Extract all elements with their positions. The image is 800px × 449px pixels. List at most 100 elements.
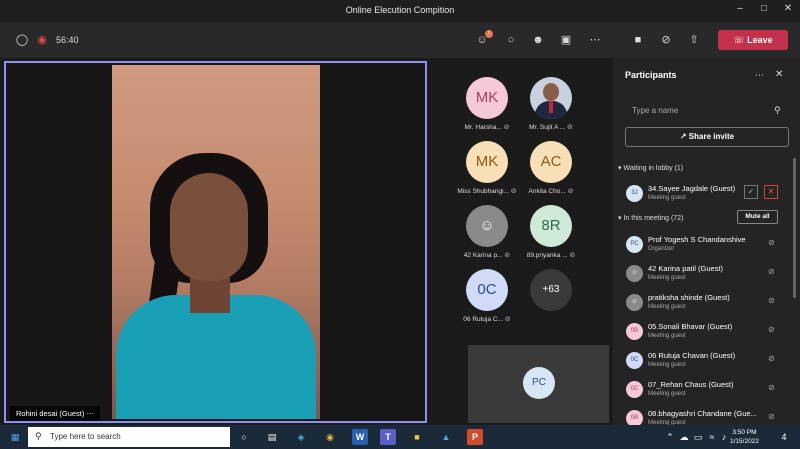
- participants-badge: !: [485, 30, 493, 38]
- panel-close-icon[interactable]: ✕: [775, 69, 783, 80]
- scrollbar[interactable]: [793, 158, 796, 298]
- participant-tile[interactable]: AC Ankita Cho... ⊘: [525, 141, 577, 195]
- taskbar-search-input[interactable]: Type here to search: [28, 427, 230, 447]
- avatar: 0C: [626, 352, 643, 369]
- share-screen-icon[interactable]: ⇧: [686, 32, 702, 48]
- leave-button[interactable]: ☏ Leave: [718, 30, 788, 50]
- chrome-icon[interactable]: ◉: [322, 429, 338, 445]
- camera-off-icon[interactable]: ■: [630, 32, 646, 48]
- participant-role: Meeting guest: [648, 275, 686, 281]
- mic-off-icon[interactable]: ⊘: [768, 412, 775, 421]
- taskbar-clock[interactable]: 3:50 PM 1/15/2022: [730, 428, 759, 446]
- participant-name: 08.bhagyashri Chandane (Gue...: [648, 409, 757, 418]
- mic-off-icon[interactable]: ⊘: [768, 296, 775, 305]
- more-participants-tile[interactable]: +63: [525, 269, 577, 311]
- mute-all-button[interactable]: Mute all: [737, 210, 778, 224]
- lobby-header[interactable]: ▾ Waiting in lobby (1): [618, 164, 683, 172]
- participant-tile[interactable]: Mr. Sujit A ... ⊘: [525, 77, 577, 131]
- share-icon: ↗: [679, 132, 689, 141]
- chat-icon[interactable]: ○: [503, 32, 519, 48]
- mic-off-icon[interactable]: ⊘: [768, 354, 775, 363]
- meeting-header[interactable]: ▾ In this meeting (72): [618, 214, 683, 222]
- panel-more-icon[interactable]: ⋯: [755, 70, 764, 81]
- minimize-icon[interactable]: –: [732, 3, 748, 14]
- more-options-icon[interactable]: ⋯: [587, 32, 603, 48]
- search-icon: ⚲: [35, 431, 42, 441]
- participant-row[interactable]: 0B 05.Sonali Bhavar (Guest) Meeting guest ⊘: [626, 319, 786, 347]
- lobby-item[interactable]: 3J 34.Sayee Jagdale (Guest) Meeting gues…: [626, 181, 786, 209]
- avatar-photo: [530, 77, 572, 119]
- participant-name: pratiksha shinde (Guest): [648, 293, 730, 302]
- participant-row[interactable]: PC Prof Yogesh S Chandanshive Organizer ⊘: [626, 232, 786, 260]
- participant-row[interactable]: 0C 06 Rutuja Chavan (Guest) Meeting guest ⊘: [626, 348, 786, 376]
- avatar: MK: [466, 141, 508, 183]
- mic-off-icon[interactable]: ⊘: [768, 238, 775, 247]
- reactions-icon[interactable]: ☻: [530, 32, 546, 48]
- search-input[interactable]: Type a name: [625, 102, 790, 120]
- mic-off-icon: ⊘: [504, 316, 511, 323]
- meeting-timer: 56:40: [56, 35, 79, 45]
- participant-role: Meeting guest: [648, 195, 686, 201]
- mic-off-icon: ⊘: [567, 188, 574, 195]
- cortana-icon[interactable]: ○: [236, 429, 252, 445]
- participant-name: 07_Rehan Chaus (Guest): [648, 380, 734, 389]
- main-video-tile[interactable]: Rohini desai (Guest) ⋯: [4, 61, 427, 423]
- avatar: MK: [466, 77, 508, 119]
- participant-row[interactable]: ☺ pratiksha shinde (Guest) Meeting guest ⊘: [626, 290, 786, 318]
- search-icon[interactable]: ⚲: [774, 105, 781, 116]
- mic-off-icon[interactable]: ⊘: [768, 325, 775, 334]
- rooms-icon[interactable]: ▣: [558, 32, 574, 48]
- participant-tile[interactable]: 0C 06 Rutuja C... ⊘: [461, 269, 513, 323]
- shield-icon[interactable]: ◯: [14, 32, 30, 48]
- teams-icon[interactable]: T: [380, 429, 396, 445]
- windows-start-icon[interactable]: ▦: [7, 429, 23, 445]
- recording-icon: ◉: [37, 34, 47, 46]
- participant-tile[interactable]: ☺ 42 Karina p... ⊘: [461, 205, 513, 259]
- avatar: 0B: [626, 323, 643, 340]
- mic-off-icon[interactable]: ⊘: [658, 32, 674, 48]
- task-view-icon[interactable]: ▤: [264, 429, 280, 445]
- person-icon: ☺: [466, 205, 508, 247]
- participant-row[interactable]: 0C 07_Rehan Chaus (Guest) Meeting guest ⊘: [626, 377, 786, 405]
- participant-tile[interactable]: MK Miss Shubhangi... ⊘: [457, 141, 517, 195]
- person-icon: ☺: [626, 265, 643, 282]
- participant-role: Meeting guest: [648, 362, 686, 368]
- participant-tile[interactable]: MK Mr. Harsha... ⊘: [461, 77, 513, 131]
- participant-row[interactable]: ☺ 42 Karina patil (Guest) Meeting guest ⊘: [626, 261, 786, 289]
- mic-off-icon: ⊘: [567, 124, 573, 131]
- mic-off-icon[interactable]: ⊘: [768, 383, 775, 392]
- panel-title: Participants: [625, 70, 677, 80]
- self-view[interactable]: PC: [468, 345, 609, 423]
- deny-icon[interactable]: ✕: [764, 185, 778, 199]
- participant-role: Meeting guest: [648, 333, 686, 339]
- avatar: 8R: [530, 205, 572, 247]
- more-icon: ⋯: [86, 409, 94, 418]
- share-invite-button[interactable]: ↗ Share invite: [625, 127, 789, 147]
- participant-name: Prof Yogesh S Chandanshive: [648, 235, 746, 244]
- avatar: PC: [626, 236, 643, 253]
- admit-icon[interactable]: ✓: [744, 185, 758, 199]
- title-bar: Online Elecution Compition – □ ✕: [0, 0, 800, 22]
- maximize-icon[interactable]: □: [756, 3, 772, 14]
- participant-role: Meeting guest: [648, 391, 686, 397]
- taskbar: ▦ Type here to search ⚲ ○ ▤ ◈ ◉ W T ■ ▲ …: [0, 425, 800, 449]
- participant-name: 05.Sonali Bhavar (Guest): [648, 322, 733, 331]
- speaker-video: [112, 65, 320, 419]
- mic-off-icon[interactable]: ⊘: [768, 267, 775, 276]
- self-avatar: PC: [523, 367, 555, 399]
- close-icon[interactable]: ✕: [780, 3, 796, 14]
- edge-icon[interactable]: ◈: [293, 429, 309, 445]
- participant-tile[interactable]: 8R 89.priyanka ... ⊘: [525, 205, 577, 259]
- word-icon[interactable]: W: [352, 429, 368, 445]
- powerpoint-icon[interactable]: P: [467, 429, 483, 445]
- speaker-name-label: Rohini desai (Guest) ⋯: [10, 406, 100, 421]
- mic-off-icon: ⊘: [569, 252, 576, 259]
- participant-role: Meeting guest: [648, 304, 686, 310]
- more-count: +63: [530, 269, 572, 311]
- mic-off-icon: ⊘: [503, 124, 510, 131]
- leave-label: Leave: [747, 35, 773, 45]
- photos-icon[interactable]: ▲: [438, 429, 454, 445]
- file-explorer-icon[interactable]: ■: [409, 429, 425, 445]
- meeting-stage: Rohini desai (Guest) ⋯ MK Mr. Harsha... …: [0, 58, 613, 425]
- notifications-icon[interactable]: 4: [776, 429, 792, 445]
